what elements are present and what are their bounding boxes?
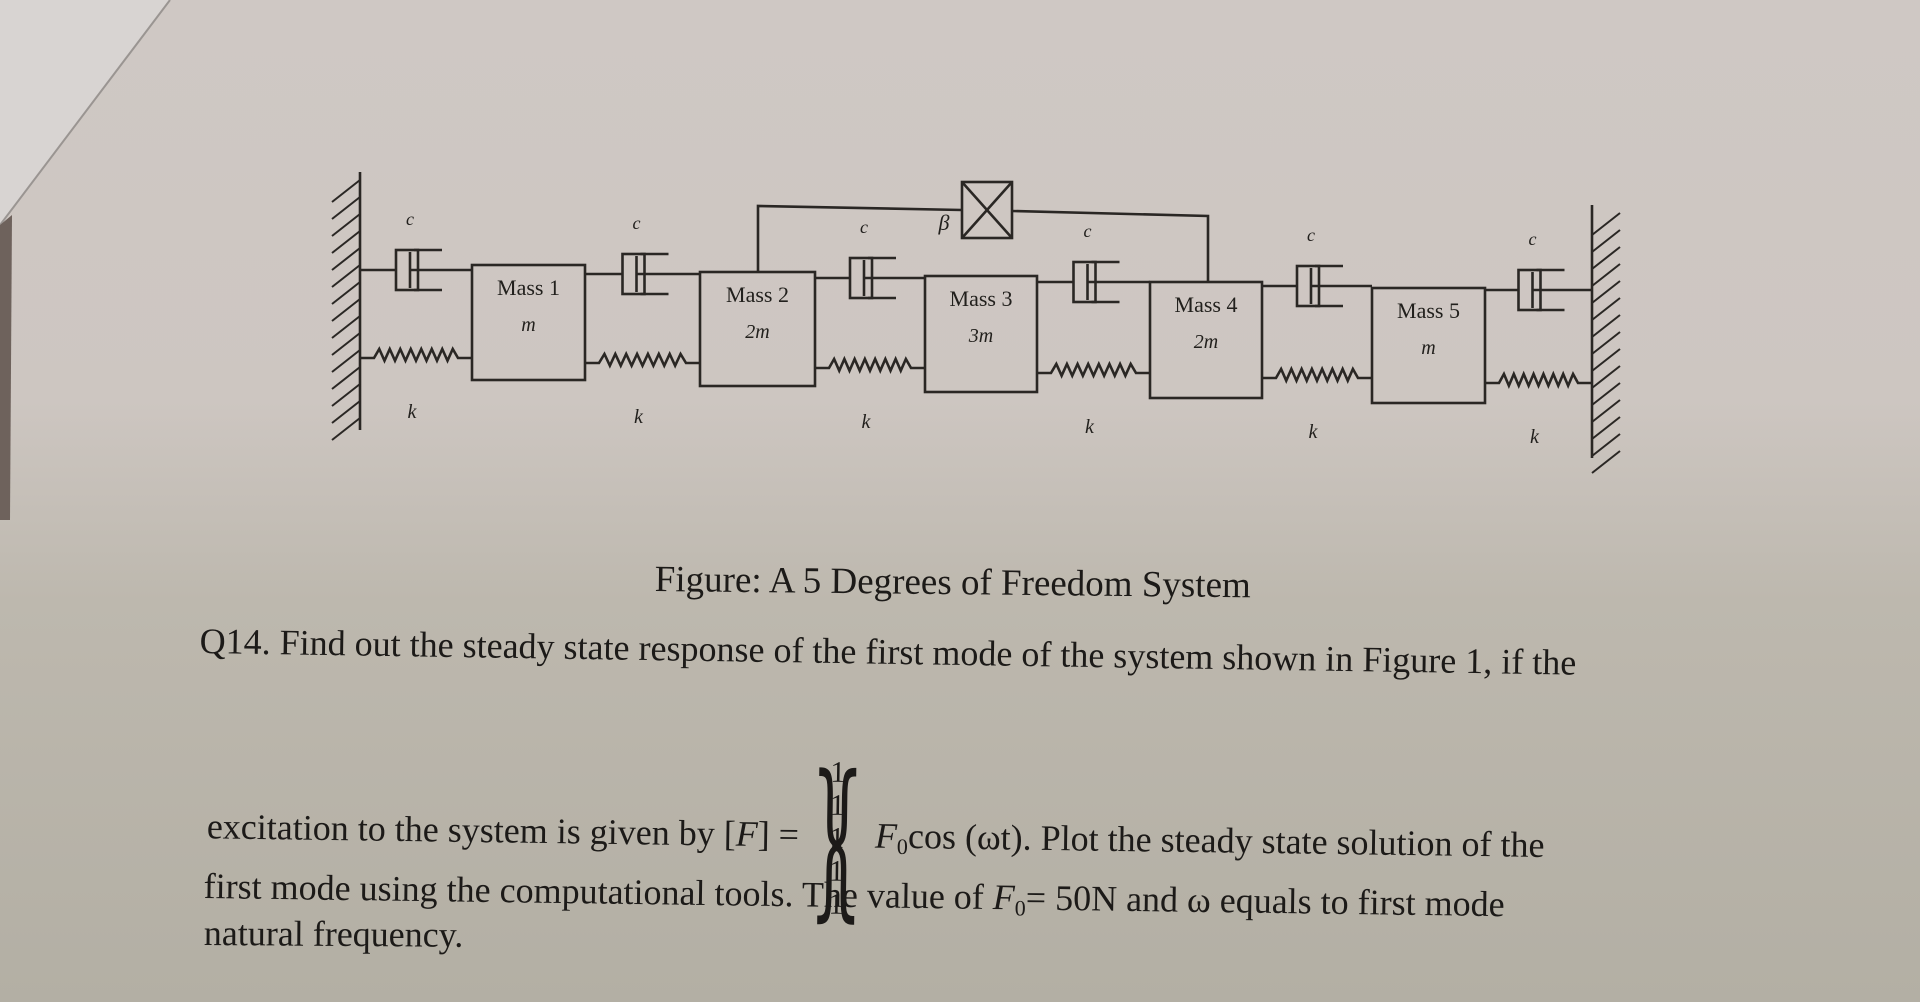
right-wall-hatch xyxy=(1591,212,1621,236)
right-wall-hatch xyxy=(1591,416,1621,440)
left-wall-hatch xyxy=(331,383,361,407)
mass-value: m xyxy=(521,314,535,336)
line2-suffix: cos (ωt). Plot the steady state solution… xyxy=(907,816,1545,865)
right-wall-hatch xyxy=(1591,297,1621,321)
spring-label: k xyxy=(1309,421,1319,443)
left-wall-hatch xyxy=(331,315,361,339)
figure-caption: Figure: A 5 Degrees of Freedom System xyxy=(654,558,1251,607)
force-amplitude-subscript: 0 xyxy=(896,833,909,860)
right-wall-hatch xyxy=(1591,331,1621,355)
spring xyxy=(815,355,925,374)
line3-prefix: first mode using the computational tools… xyxy=(203,865,994,918)
spring xyxy=(1037,360,1150,379)
damper-label: c xyxy=(406,209,414,229)
damper-label: c xyxy=(1529,229,1537,249)
left-wall-hatch xyxy=(331,400,361,424)
left-wall-hatch xyxy=(331,332,361,356)
spring xyxy=(585,350,700,369)
coupling-line xyxy=(1011,209,1210,282)
right-wall-hatch xyxy=(1591,314,1621,338)
damper-label: c xyxy=(633,213,641,233)
right-wall-hatch xyxy=(1591,348,1621,372)
right-wall-hatch xyxy=(1591,263,1621,287)
force-symbol: F xyxy=(735,813,759,854)
damper-label: c xyxy=(1307,225,1315,245)
mass-label: Mass 2 xyxy=(726,282,789,307)
left-wall-hatch xyxy=(331,230,361,254)
left-wall-hatch xyxy=(331,417,361,441)
right-wall-hatch xyxy=(1591,433,1621,457)
right-wall-hatch xyxy=(1591,246,1621,270)
question-line-4: natural frequency. xyxy=(203,913,464,955)
five-dof-system-diagram: c k c k c k c k c k c k Mass 1 m Mass 2 2m Mass 3 3m Mass … xyxy=(0,0,1621,520)
right-wall-hatch xyxy=(1591,280,1621,304)
spring xyxy=(1262,365,1372,384)
right-wall-hatch xyxy=(1591,450,1621,474)
left-wall-hatch xyxy=(331,281,361,305)
left-wall-hatch xyxy=(331,247,361,271)
mass-label: Mass 5 xyxy=(1397,298,1460,323)
force-amplitude-symbol: F xyxy=(874,815,898,856)
damper-label: c xyxy=(1084,221,1092,241)
equals-sign: ] = xyxy=(757,813,800,855)
left-wall-hatch xyxy=(331,213,361,237)
desk-surface xyxy=(0,215,12,520)
left-wall-hatch xyxy=(331,349,361,373)
line3-suffix: = 50N and ω equals to first mode xyxy=(1025,877,1505,925)
question-line-1: Q14. Find out the steady state response … xyxy=(199,620,1577,683)
spring-label: k xyxy=(1085,416,1095,438)
mass-value: 2m xyxy=(1194,331,1218,353)
line2-prefix: excitation to the system is given by [ xyxy=(206,806,737,854)
spring xyxy=(1485,370,1592,390)
mass-value: 2m xyxy=(745,321,769,343)
force-amplitude-subscript: 0 xyxy=(1014,895,1026,921)
mass-label: Mass 4 xyxy=(1175,292,1238,317)
spring-label: k xyxy=(634,406,644,428)
left-wall-hatch xyxy=(331,298,361,322)
left-wall-hatch xyxy=(331,179,361,203)
spring-label: k xyxy=(1530,426,1540,448)
force-amplitude-symbol: F xyxy=(992,877,1016,918)
mass-value: m xyxy=(1421,337,1435,359)
coupling-line xyxy=(756,204,963,272)
left-wall-hatch xyxy=(331,366,361,390)
left-wall-hatch xyxy=(331,196,361,220)
mass-label: Mass 3 xyxy=(950,286,1013,311)
nonlinear-element-label: β xyxy=(938,210,950,235)
right-wall-hatch xyxy=(1591,382,1621,406)
spring-label: k xyxy=(862,411,872,433)
spring-label: k xyxy=(408,401,418,423)
right-wall-hatch xyxy=(1591,399,1621,423)
right-wall-hatch xyxy=(1591,229,1621,253)
spring xyxy=(360,345,472,364)
mass-label: Mass 1 xyxy=(497,275,560,300)
damper-label: c xyxy=(860,217,868,237)
left-wall-hatch xyxy=(331,264,361,288)
right-wall-hatch xyxy=(1591,365,1621,389)
mass-value: 3m xyxy=(968,325,993,347)
